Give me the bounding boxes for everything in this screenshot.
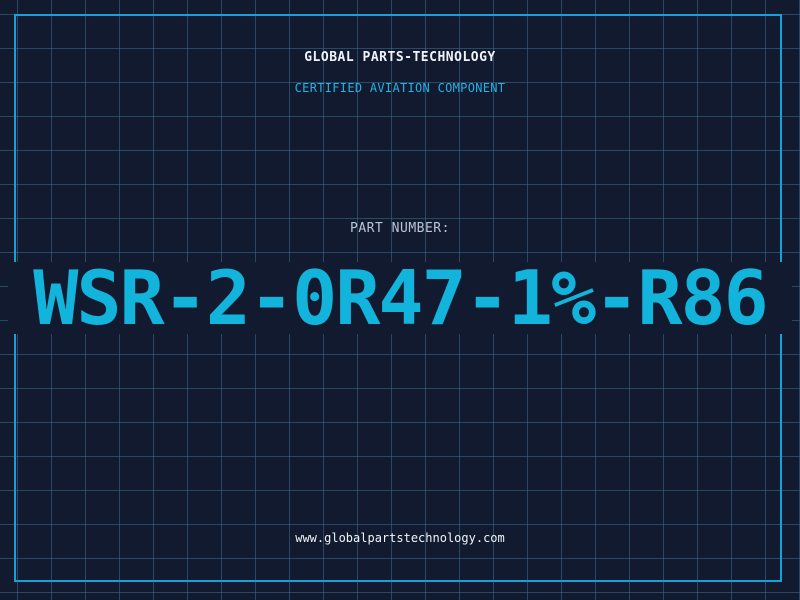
website-url: www.globalpartstechnology.com — [295, 531, 505, 545]
label-card: GLOBAL PARTS-TECHNOLOGY CERTIFIED AVIATI… — [0, 0, 800, 600]
company-name: GLOBAL PARTS-TECHNOLOGY — [304, 50, 496, 65]
part-number-label: PART NUMBER: — [350, 221, 450, 236]
certification-tagline: CERTIFIED AVIATION COMPONENT — [294, 81, 506, 95]
part-number-value: WSR-2-0R47-1%-R86 — [33, 254, 769, 342]
